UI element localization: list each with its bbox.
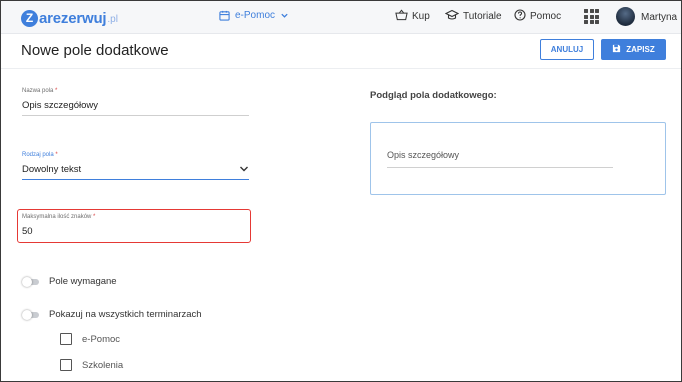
toggle-show-all-calendars[interactable]: Pokazuj na wszystkich terminarzach bbox=[22, 309, 202, 320]
calendar-icon bbox=[219, 10, 230, 21]
user-name[interactable]: Martyna bbox=[641, 12, 677, 23]
save-button[interactable]: ZAPISZ bbox=[601, 39, 666, 60]
help-icon bbox=[514, 9, 526, 24]
field-type-value: Dowolny tekst bbox=[22, 164, 82, 175]
page-title: Nowe pole dodatkowe bbox=[21, 42, 169, 59]
preview-panel: Opis szczegółowy bbox=[370, 122, 666, 195]
checkbox[interactable] bbox=[60, 333, 72, 345]
nav-help-label: Pomoc bbox=[530, 11, 562, 22]
checkbox-epomoc-label: e-Pomoc bbox=[82, 333, 121, 345]
logo-mark: Z bbox=[21, 9, 38, 27]
basket-icon bbox=[395, 9, 408, 24]
page-header: Nowe pole dodatkowe ANULUJ ZAPISZ bbox=[1, 34, 681, 69]
save-button-label: ZAPISZ bbox=[626, 45, 655, 54]
calendar-switcher-label: e-Pomoc bbox=[235, 10, 276, 21]
top-navbar: Z arezerwuj .pl e-Pomoc Kup Tutoriale Po… bbox=[1, 1, 681, 34]
toggle-show-all-calendars-label: Pokazuj na wszystkich terminarzach bbox=[49, 309, 202, 320]
toggle-switch[interactable] bbox=[22, 309, 40, 320]
toggle-required-label: Pole wymagane bbox=[49, 276, 117, 287]
preview-field-underline bbox=[387, 167, 613, 168]
preview-title: Podgląd pola dodatkowego: bbox=[370, 90, 497, 101]
required-mark: * bbox=[55, 88, 58, 94]
checkbox-szkolenia[interactable]: Szkolenia bbox=[60, 359, 123, 371]
floppy-disk-icon bbox=[612, 44, 626, 55]
avatar[interactable] bbox=[616, 7, 635, 26]
graduation-cap-icon bbox=[444, 9, 460, 24]
preview-field-label: Opis szczegółowy bbox=[387, 150, 460, 160]
apps-grid-icon[interactable] bbox=[584, 9, 599, 24]
max-chars-highlight bbox=[17, 209, 251, 243]
chevron-down-icon bbox=[239, 164, 249, 177]
nav-tutorials[interactable]: Tutoriale bbox=[444, 9, 502, 24]
nav-shop[interactable]: Kup bbox=[395, 9, 430, 24]
toggle-required[interactable]: Pole wymagane bbox=[22, 276, 117, 287]
toggle-switch[interactable] bbox=[22, 276, 40, 287]
cancel-button[interactable]: ANULUJ bbox=[540, 39, 594, 60]
field-type-label: Rodzaj pola bbox=[22, 152, 54, 158]
field-name-value[interactable]: Opis szczegółowy bbox=[22, 100, 249, 116]
checkbox-epomoc[interactable]: e-Pomoc bbox=[60, 333, 120, 345]
field-type-select[interactable]: Rodzaj pola * Dowolny tekst bbox=[22, 152, 249, 180]
logo-text: arezerwuj bbox=[39, 9, 107, 27]
logo-tld: .pl bbox=[107, 14, 118, 25]
logo[interactable]: Z arezerwuj .pl bbox=[21, 8, 118, 28]
app-window: Z arezerwuj .pl e-Pomoc Kup Tutoriale Po… bbox=[0, 0, 682, 382]
field-name-input[interactable]: Nazwa pola * Opis szczegółowy bbox=[22, 88, 249, 116]
nav-tutorials-label: Tutoriale bbox=[463, 11, 502, 22]
checkbox[interactable] bbox=[60, 359, 72, 371]
checkbox-szkolenia-label: Szkolenia bbox=[82, 359, 124, 371]
nav-help[interactable]: Pomoc bbox=[514, 9, 561, 24]
nav-shop-label: Kup bbox=[412, 11, 430, 22]
calendar-switcher[interactable]: e-Pomoc bbox=[219, 10, 289, 21]
required-mark: * bbox=[55, 152, 58, 158]
chevron-down-icon bbox=[280, 11, 289, 20]
field-name-label: Nazwa pola bbox=[22, 88, 54, 94]
